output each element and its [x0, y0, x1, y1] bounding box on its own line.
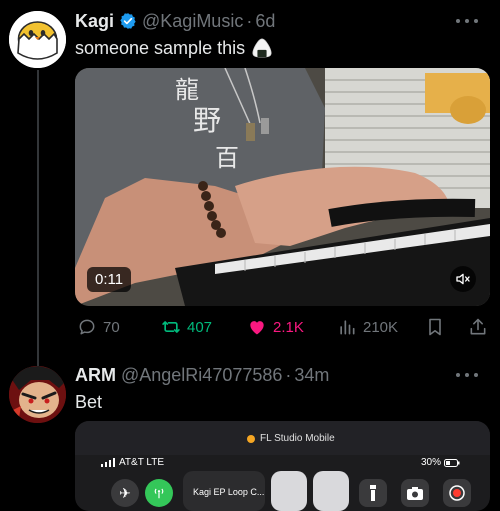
heart-filled-icon: [250, 321, 264, 335]
camera-button[interactable]: [401, 479, 429, 507]
status-bar-left: AT&T LTE: [101, 457, 164, 468]
like-button[interactable]: 2.1K: [247, 314, 304, 340]
author-handle[interactable]: @AngelRi47077586: [121, 365, 282, 386]
thread-connector-line: [37, 70, 39, 366]
rice-ball-icon: [252, 38, 272, 58]
retweet-icon: [162, 321, 180, 333]
author-name[interactable]: ARM: [75, 365, 116, 386]
post-header: Kagi @KagiMusic · 6d: [75, 10, 275, 32]
airplane-icon: ✈: [119, 484, 131, 501]
signal-bars-icon: [101, 458, 115, 467]
like-count: 2.1K: [273, 318, 304, 336]
avatar[interactable]: [9, 366, 66, 423]
bookmark-icon: [429, 318, 441, 336]
antenna-icon: [154, 488, 164, 499]
post-timestamp[interactable]: 6d: [255, 11, 275, 32]
app-indicator-icon: [247, 434, 255, 443]
views-button[interactable]: 210K: [337, 314, 398, 340]
mute-button[interactable]: [450, 266, 476, 292]
reply-icon: [79, 319, 95, 335]
post-timestamp[interactable]: 34m: [294, 365, 329, 386]
video-player[interactable]: 龍 野 百 0:11: [75, 68, 490, 306]
flashlight-button[interactable]: [359, 479, 387, 507]
retweet-count: 407: [187, 318, 213, 336]
screen-record-button[interactable]: [443, 479, 471, 507]
attached-screenshot[interactable]: FL Studio Mobile AT&T LTE 30% ✈ Kagi EP …: [75, 421, 490, 511]
retweet-button[interactable]: 407: [161, 314, 212, 340]
svg-text:龍: 龍: [175, 76, 199, 104]
author-name[interactable]: Kagi: [75, 11, 114, 32]
anime-character-avatar-icon: [9, 366, 66, 423]
brightness-slider[interactable]: [271, 471, 307, 511]
views-chart-icon: [340, 320, 355, 335]
cellular-toggle[interactable]: [145, 479, 173, 507]
airplane-mode-toggle[interactable]: ✈: [111, 479, 139, 507]
app-title: FL Studio Mobile: [247, 433, 335, 444]
view-count: 210K: [363, 318, 399, 336]
video-frame: 龍 野 百: [75, 68, 490, 306]
record-icon: [449, 485, 465, 501]
separator-dot: ·: [285, 364, 292, 385]
now-playing-tile[interactable]: Kagi EP Loop C...: [183, 471, 265, 511]
volume-slider[interactable]: [313, 471, 349, 511]
post-text: someone sample this: [75, 36, 273, 60]
battery-icon: [444, 458, 460, 467]
share-icon: [470, 318, 486, 335]
post-header: ARM @AngelRi47077586 · 34m: [75, 364, 329, 386]
post-body: someone sample this: [75, 37, 246, 58]
reply-count: 70: [103, 318, 120, 336]
battery-percent: 30%: [420, 457, 441, 468]
video-timer: 0:11: [87, 267, 132, 292]
post-actions: 70 407 2.1K 210K: [75, 314, 490, 340]
flashlight-icon: [370, 485, 376, 501]
reply-button[interactable]: 70: [77, 314, 120, 340]
status-bar-right: 30%: [421, 457, 460, 468]
more-options-button[interactable]: [456, 14, 478, 28]
post-body: Bet: [75, 391, 103, 412]
svg-text:野: 野: [193, 104, 221, 137]
avatar[interactable]: [9, 11, 66, 68]
separator-dot: ·: [246, 10, 253, 31]
camera-icon: [407, 487, 423, 500]
post-text: Bet: [75, 390, 102, 414]
share-button[interactable]: [468, 314, 494, 340]
now-playing-title: Kagi EP Loop C...: [193, 487, 265, 497]
egg-mascot-avatar-icon: [9, 11, 66, 68]
author-handle[interactable]: @KagiMusic: [142, 11, 243, 32]
carrier-label: AT&T LTE: [119, 457, 165, 468]
more-options-button[interactable]: [456, 368, 478, 382]
app-title-text: FL Studio Mobile: [260, 433, 335, 444]
bookmark-button[interactable]: [425, 314, 451, 340]
svg-text:百: 百: [215, 144, 239, 172]
verified-badge-icon: [120, 13, 136, 29]
speaker-muted-icon: [456, 273, 470, 285]
